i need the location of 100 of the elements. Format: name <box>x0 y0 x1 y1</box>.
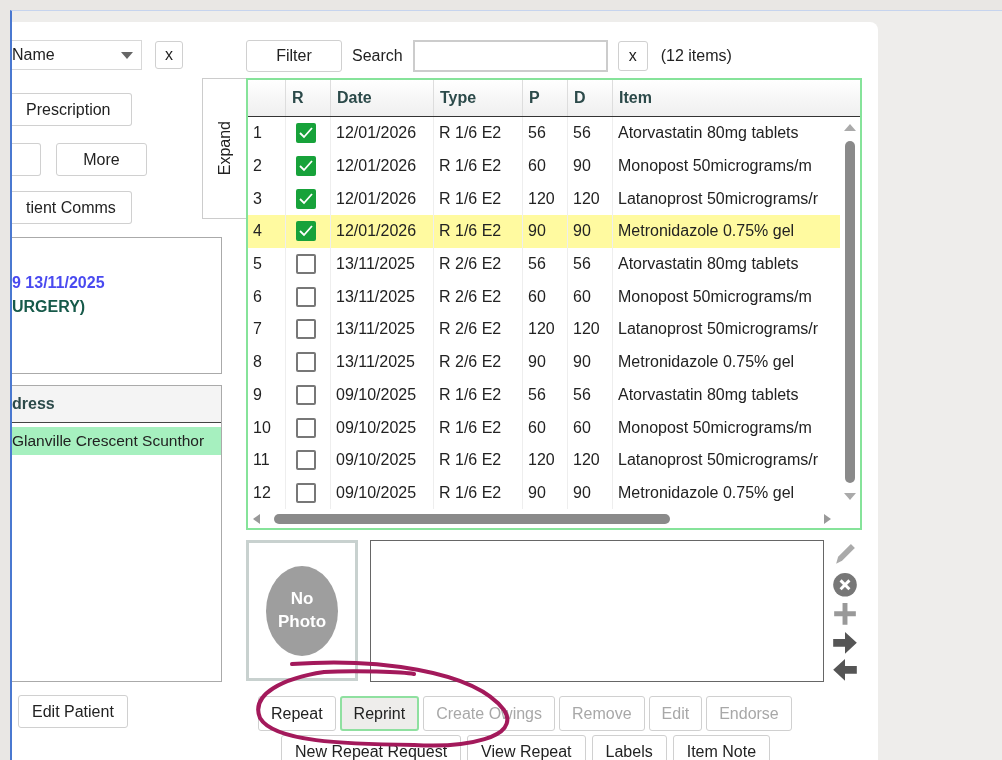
table-cell: Latanoprost 50micrograms/r <box>618 189 819 208</box>
action-button[interactable]: Reprint <box>339 696 420 731</box>
table-row[interactable]: 7 13/11/2025 R 2/6 E2 120 120 Latanoprost 50micrograms/r <box>248 313 840 346</box>
table-cell: 120 <box>573 451 600 470</box>
table-row[interactable]: 5 13/11/2025 R 2/6 E2 56 56 Atorvastatin 80mg tablets <box>248 247 840 281</box>
column-header[interactable]: Type <box>440 89 477 107</box>
table-cell: 60 <box>528 287 546 306</box>
column-header[interactable]: Item <box>619 89 652 107</box>
table-row[interactable]: 8 13/11/2025 R 2/6 E2 90 90 Metronidazole 0.75% gel <box>248 345 840 379</box>
table-cell: R 2/6 E2 <box>439 287 502 306</box>
table-cell: 56 <box>528 385 546 404</box>
table-row[interactable]: 10 09/10/2025 R 1/6 E2 60 60 Monopost 50micrograms/m <box>248 411 840 444</box>
table-cell: R 1/6 E2 <box>439 189 502 208</box>
table-cell: R 1/6 E2 <box>439 124 502 143</box>
table-cell: 56 <box>528 124 546 143</box>
table-cell: 12/01/2026 <box>336 222 417 241</box>
repeat-checkbox[interactable] <box>296 482 316 503</box>
practice-text: URGERY) <box>12 298 87 316</box>
table-cell: R 2/6 E2 <box>439 353 502 372</box>
arrow-right-icon[interactable] <box>832 630 858 655</box>
repeat-checkbox[interactable] <box>296 156 316 177</box>
table-row[interactable]: 9 09/10/2025 R 1/6 E2 56 56 Atorvastatin 80mg tablets <box>248 378 840 412</box>
toolbar-button[interactable]: tient Comms <box>12 191 132 224</box>
search-field[interactable] <box>412 40 608 72</box>
row-number: 5 <box>253 255 262 274</box>
table-cell: 60 <box>528 157 546 176</box>
table-cell: R 2/6 E2 <box>439 255 502 274</box>
edit-patient-button[interactable]: Edit Patient <box>18 695 128 728</box>
action-button[interactable]: View Repeat <box>467 735 586 760</box>
table-cell: 56 <box>573 385 591 404</box>
repeat-checkbox[interactable] <box>296 319 316 340</box>
repeat-checkbox[interactable] <box>296 384 316 405</box>
repeat-checkbox[interactable] <box>296 450 316 471</box>
column-header: dress <box>12 395 55 413</box>
address-row[interactable]: Glanville Crescent Scunthor <box>12 427 221 455</box>
table-cell: 13/11/2025 <box>336 320 415 339</box>
sort-dropdown[interactable]: Name <box>12 40 142 70</box>
clear-button[interactable]: x <box>155 41 183 69</box>
repeat-checkbox[interactable] <box>296 254 316 275</box>
table-cell: Metronidazole 0.75% gel <box>618 483 795 502</box>
table-cell: 09/10/2025 <box>336 483 417 502</box>
column-header[interactable]: P <box>529 89 540 107</box>
row-number: 6 <box>253 287 262 306</box>
table-cell: 12/01/2026 <box>336 157 417 176</box>
table-cell: 13/11/2025 <box>336 255 415 274</box>
repeat-checkbox[interactable] <box>296 286 316 307</box>
table-cell: 13/11/2025 <box>336 353 415 372</box>
item-count: (12 items) <box>660 47 732 65</box>
row-number: 12 <box>253 483 271 502</box>
table-cell: R 1/6 E2 <box>439 451 502 470</box>
table-cell: Metronidazole 0.75% gel <box>618 222 795 241</box>
repeat-checkbox[interactable] <box>296 352 316 373</box>
column-header[interactable]: Date <box>337 89 372 107</box>
table-cell: R 2/6 E2 <box>439 320 502 339</box>
table-cell: 120 <box>573 189 600 208</box>
column-header[interactable]: D <box>574 89 586 107</box>
table-cell: 56 <box>528 255 546 274</box>
table-row[interactable]: 12 09/10/2025 R 1/6 E2 90 90 Metronidazole 0.75% gel <box>248 476 840 510</box>
table-row[interactable]: 2 12/01/2026 R 1/6 E2 60 90 Monopost 50micrograms/m <box>248 149 840 183</box>
column-header[interactable]: R <box>292 89 304 107</box>
table-row[interactable]: 4 12/01/2026 R 1/6 E2 90 90 Metronidazole 0.75% gel <box>248 215 840 248</box>
table-cell: 90 <box>573 157 591 176</box>
action-button[interactable]: Item Note <box>672 735 771 760</box>
search-label: Search <box>352 47 403 65</box>
table-cell: R 1/6 E2 <box>439 157 502 176</box>
table-cell: 56 <box>573 124 591 143</box>
action-button[interactable]: Repeat <box>258 696 336 731</box>
table-row[interactable]: 6 13/11/2025 R 2/6 E2 60 60 Monopost 50micrograms/m <box>248 280 840 314</box>
row-number: 11 <box>253 451 270 470</box>
action-button[interactable]: Labels <box>591 735 667 760</box>
row-number: 2 <box>253 157 262 176</box>
notes-field[interactable] <box>370 540 824 682</box>
table-row[interactable]: 1 12/01/2026 R 1/6 E2 56 56 Atorvastatin 80mg tablets <box>248 117 840 150</box>
repeat-checkbox[interactable] <box>296 417 316 438</box>
caret-icon <box>121 51 133 59</box>
table-cell: 56 <box>573 255 591 274</box>
row-number: 4 <box>253 222 262 241</box>
repeat-checkbox[interactable] <box>296 188 316 209</box>
table-cell: R 1/6 E2 <box>439 385 502 404</box>
table-cell: 90 <box>528 353 546 372</box>
filter-button[interactable]: Filter <box>246 40 342 72</box>
date-text: 9 13/11/2025 <box>12 274 106 292</box>
repeat-checkbox[interactable] <box>296 221 316 242</box>
row-number: 8 <box>253 353 262 372</box>
row-number: 3 <box>253 189 262 208</box>
arrow-left-icon[interactable] <box>832 658 858 682</box>
table-row[interactable]: 11 09/10/2025 R 1/6 E2 120 120 Latanoprost 50micrograms/r <box>248 443 840 477</box>
repeat-checkbox[interactable] <box>296 123 316 144</box>
toolbar-button[interactable]: Prescription <box>12 93 132 126</box>
clear-search-button[interactable]: x <box>617 41 648 71</box>
table-cell: 120 <box>573 320 600 339</box>
table-cell: R 1/6 E2 <box>439 483 502 502</box>
row-number: 1 <box>253 124 262 143</box>
table-cell: R 1/6 E2 <box>439 418 502 437</box>
expand-tab[interactable]: Expand <box>202 78 246 219</box>
table-cell: Atorvastatin 80mg tablets <box>618 255 799 274</box>
close-icon[interactable] <box>832 571 858 598</box>
table-cell: 60 <box>573 418 591 437</box>
more-button[interactable]: More <box>56 143 147 176</box>
table-cell: 120 <box>528 320 555 339</box>
